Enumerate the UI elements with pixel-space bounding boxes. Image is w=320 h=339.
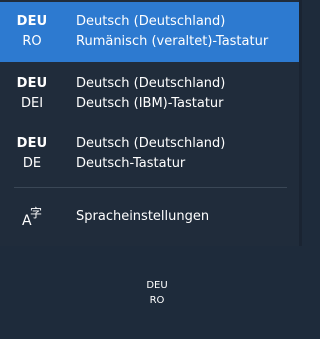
input-code: DEU RO (0, 12, 64, 52)
keyboard-name: Deutsch-Tastatur (76, 156, 186, 171)
layout-code: DEI (20, 96, 44, 111)
svg-text:字: 字 (30, 205, 42, 220)
language-code: DEU (16, 14, 48, 29)
input-description: Deutsch (Deutschland) Rumänisch (veralte… (76, 12, 291, 52)
separator (14, 187, 287, 188)
language-name: Deutsch (Deutschland) (76, 76, 226, 91)
language-settings-icon: A 字 (22, 205, 46, 229)
language-settings-link[interactable]: A 字 Spracheinstellungen (0, 193, 299, 241)
input-description: Deutsch (Deutschland) Deutsch (IBM)-Tast… (76, 74, 291, 114)
language-code: DEU (16, 136, 48, 151)
layout-code: DE (22, 156, 42, 171)
language-name: Deutsch (Deutschland) (76, 136, 226, 151)
input-method-item-deu-de[interactable]: DEU DE Deutsch (Deutschland) Deutsch-Tas… (0, 124, 299, 184)
language-name: Deutsch (Deutschland) (76, 14, 226, 29)
taskbar: DEU RO (0, 246, 302, 339)
input-method-item-deu-dei[interactable]: DEU DEI Deutsch (Deutschland) Deutsch (I… (0, 64, 299, 124)
input-description: Deutsch (Deutschland) Deutsch-Tastatur (76, 134, 291, 174)
language-code: DEU (16, 76, 48, 91)
layout-code: RO (22, 34, 42, 49)
input-code: DEU DE (0, 134, 64, 174)
input-method-flyout: DEU RO Deutsch (Deutschland) Rumänisch (… (0, 0, 302, 246)
tray-language-code: DEU (146, 280, 168, 291)
tray-layout-code: RO (149, 295, 165, 306)
input-indicator-button[interactable]: DEU RO (132, 278, 182, 308)
keyboard-name: Deutsch (IBM)-Tastatur (76, 96, 224, 111)
input-method-item-deu-ro[interactable]: DEU RO Deutsch (Deutschland) Rumänisch (… (0, 2, 299, 62)
keyboard-name: Rumänisch (veraltet)-Tastatur (76, 34, 269, 49)
language-settings-label: Spracheinstellungen (76, 209, 210, 224)
input-code: DEU DEI (0, 74, 64, 114)
